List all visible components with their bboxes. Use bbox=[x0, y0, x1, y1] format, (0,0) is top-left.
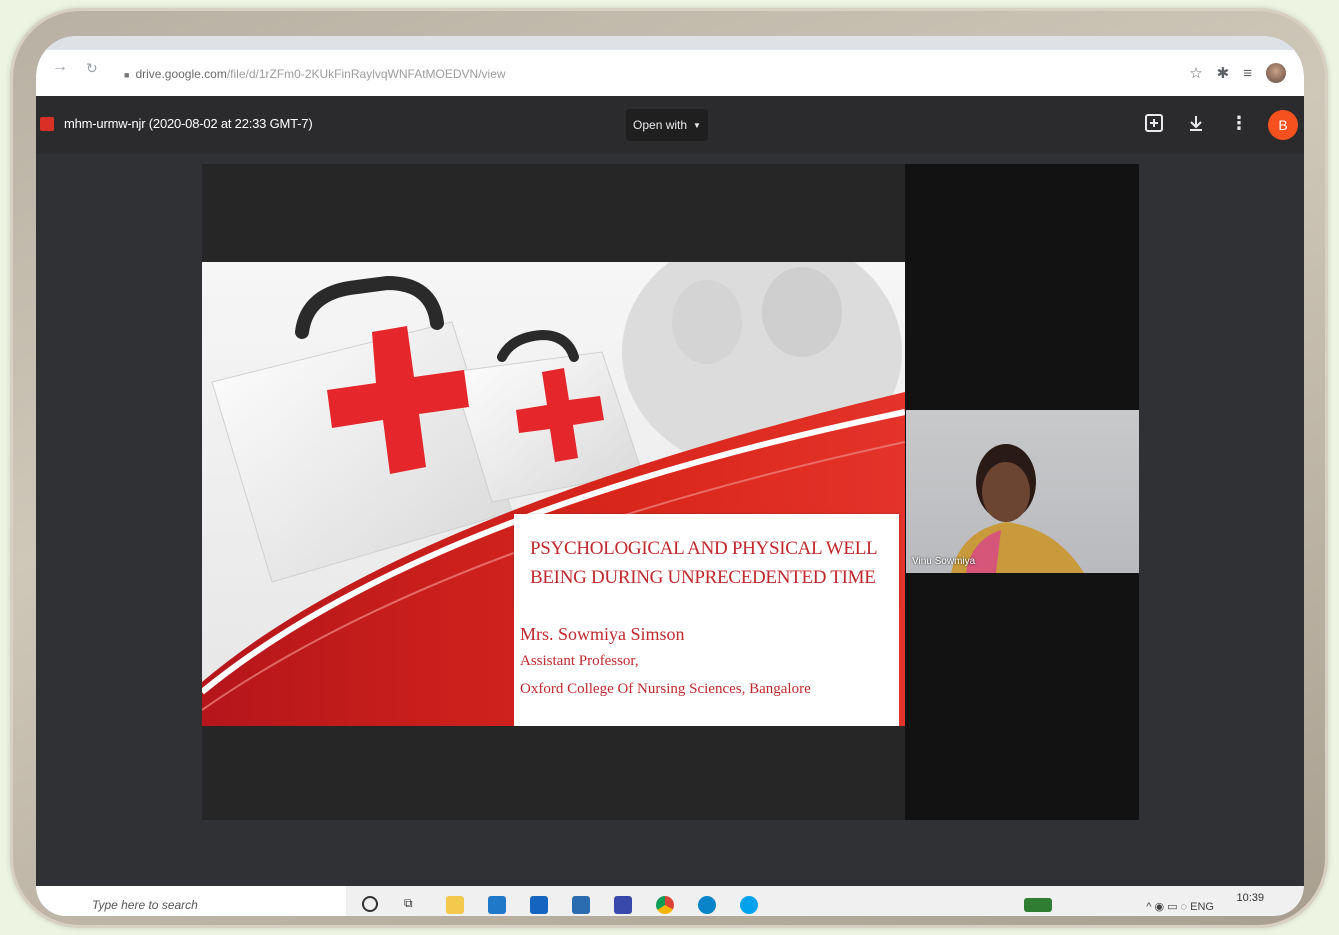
file-title: mhm-urmw-njr (2020-08-02 at 22:33 GMT-7) bbox=[64, 116, 313, 131]
screen: → ↻ ■ drive.google.com/file/d/1rZFm0-2KUk… bbox=[36, 36, 1304, 916]
browser-tab-strip bbox=[36, 36, 1304, 50]
slide-title: PSYCHOLOGICAL AND PHYSICAL WELL BEING DU… bbox=[530, 538, 877, 588]
extensions-icon[interactable]: ✱ bbox=[1217, 64, 1230, 82]
url-path: /file/d/1rZFm0-2KUkFinRaylvqWNFAtMOEDVN/… bbox=[226, 67, 506, 81]
reading-list-icon[interactable]: ≡ bbox=[1243, 65, 1252, 82]
participant-name: Vinu Sowmiya bbox=[912, 556, 976, 567]
video-letterbox-top bbox=[202, 164, 905, 262]
browser-actions: ☆ ✱ ≡ bbox=[1189, 63, 1286, 83]
participant-panel: Vinu Sowmiya bbox=[905, 164, 1139, 820]
weather-widget-icon[interactable] bbox=[1024, 898, 1052, 912]
open-with-button[interactable]: Open with ▼ bbox=[626, 109, 708, 141]
taskbar-search-placeholder: Type here to search bbox=[92, 898, 198, 912]
cortana-icon[interactable] bbox=[362, 896, 378, 912]
add-to-drive-icon[interactable] bbox=[1144, 113, 1164, 138]
store-icon[interactable] bbox=[572, 896, 590, 914]
lock-icon: ■ bbox=[124, 70, 130, 80]
presenter-affiliation: Oxford College Of Nursing Sciences, Bang… bbox=[520, 681, 811, 697]
video-player[interactable]: PSYCHOLOGICAL AND PHYSICAL WELL BEING DU… bbox=[202, 164, 1139, 820]
presenter-role: Assistant Professor, bbox=[520, 653, 639, 669]
language-indicator: ENG bbox=[1190, 901, 1214, 913]
participant-video bbox=[951, 444, 1084, 573]
skype-icon[interactable] bbox=[740, 896, 758, 914]
back-icon[interactable]: → bbox=[52, 58, 68, 76]
taskbar-clock[interactable]: 10:39 bbox=[1236, 892, 1264, 904]
taskbar-search[interactable]: Type here to search bbox=[36, 886, 346, 916]
chrome-icon[interactable] bbox=[656, 896, 674, 914]
url-host: drive.google.com bbox=[135, 67, 227, 81]
avatar-letter: B bbox=[1278, 117, 1288, 133]
edge-icon[interactable] bbox=[698, 896, 716, 914]
file-explorer-icon[interactable] bbox=[446, 896, 464, 914]
bookmark-star-icon[interactable]: ☆ bbox=[1189, 64, 1202, 82]
windows-taskbar: Type here to search ⧉ ^ ◉ ▭ ◌ ENG 10:39 bbox=[36, 886, 1304, 916]
browser-toolbar: → ↻ ■ drive.google.com/file/d/1rZFm0-2KUk… bbox=[36, 36, 1304, 96]
presenter-name: Mrs. Sowmiya Simson bbox=[520, 624, 685, 644]
word-icon[interactable] bbox=[530, 896, 548, 914]
account-avatar[interactable]: B bbox=[1268, 110, 1298, 140]
address-bar[interactable]: ■ drive.google.com/file/d/1rZFm0-2KUkFinR… bbox=[124, 67, 506, 81]
app-icon[interactable] bbox=[614, 896, 632, 914]
video-letterbox-bottom bbox=[202, 726, 905, 820]
slide-presenter-box: Mrs. Sowmiya Simson Assistant Professor,… bbox=[514, 608, 899, 726]
system-tray[interactable]: ^ ◉ ▭ ◌ ENG bbox=[1146, 900, 1214, 913]
open-with-label: Open with bbox=[633, 118, 688, 132]
reload-icon[interactable]: ↻ bbox=[86, 60, 98, 77]
video-file-icon bbox=[40, 117, 54, 131]
caret-down-icon: ▼ bbox=[693, 120, 701, 130]
slide-title-box: PSYCHOLOGICAL AND PHYSICAL WELL BEING DU… bbox=[514, 514, 899, 608]
task-view-icon[interactable]: ⧉ bbox=[404, 896, 422, 914]
drive-viewer-header: mhm-urmw-njr (2020-08-02 at 22:33 GMT-7)… bbox=[36, 96, 1304, 154]
participant-video-tile[interactable]: Vinu Sowmiya bbox=[906, 410, 1139, 573]
more-options-icon[interactable]: ⋮ bbox=[1230, 113, 1248, 134]
profile-avatar[interactable] bbox=[1266, 63, 1286, 83]
presentation-slide: PSYCHOLOGICAL AND PHYSICAL WELL BEING DU… bbox=[202, 262, 905, 726]
mail-icon[interactable] bbox=[488, 896, 506, 914]
download-icon[interactable] bbox=[1186, 113, 1206, 138]
